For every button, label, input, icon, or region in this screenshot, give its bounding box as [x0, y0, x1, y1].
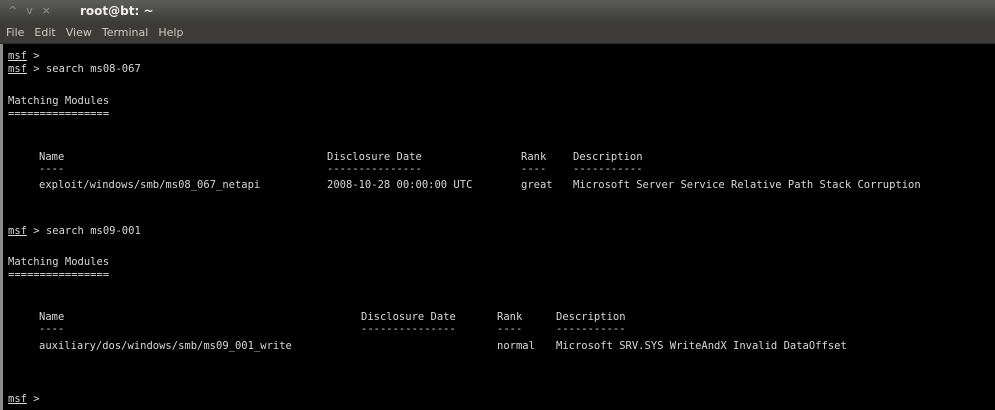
- column-rule: -----------: [556, 323, 626, 335]
- section-heading: Matching Modules: [8, 95, 110, 107]
- column-rule: ----: [521, 163, 547, 175]
- command-text: search ms09-001: [45, 225, 141, 237]
- column-rule: ----: [39, 163, 65, 175]
- menu-edit[interactable]: Edit: [29, 22, 60, 43]
- command-line: msf > search ms08-067: [8, 63, 141, 76]
- menu-help[interactable]: Help: [153, 22, 188, 43]
- column-rule: -----------: [573, 163, 643, 175]
- menu-file[interactable]: File: [0, 22, 29, 43]
- prompt-label: msf: [8, 393, 27, 405]
- close-icon[interactable]: ×: [42, 3, 51, 19]
- prompt-suffix: >: [26, 225, 40, 237]
- terminal-window: ^ v × root@bt: ~ File Edit View Terminal…: [0, 0, 995, 410]
- prompt-label: msf: [8, 225, 27, 237]
- prompt-suffix: >: [26, 63, 40, 75]
- section-heading: Matching Modules: [8, 256, 110, 268]
- heading-rule: ================: [8, 269, 110, 281]
- maximize-icon[interactable]: v: [26, 3, 33, 19]
- prompt-line: msf >: [8, 50, 40, 63]
- module-description: Microsoft SRV.SYS WriteAndX Invalid Data…: [556, 340, 847, 352]
- column-rule: ---------------: [361, 323, 456, 335]
- command-text: search ms08-067: [45, 63, 141, 75]
- prompt-line[interactable]: msf >: [8, 393, 40, 406]
- column-rule: ---------------: [327, 163, 422, 175]
- module-rank: great: [521, 179, 553, 191]
- menu-view[interactable]: View: [61, 22, 97, 43]
- prompt-suffix: >: [26, 50, 40, 62]
- heading-rule: ================: [8, 108, 110, 120]
- module-rank: normal: [497, 340, 535, 352]
- command-line: msf > search ms09-001: [8, 225, 141, 238]
- module-description: Microsoft Server Service Relative Path S…: [573, 179, 921, 191]
- prompt-suffix: >: [26, 393, 40, 405]
- window-title: root@bt: ~: [80, 4, 154, 18]
- window-controls: ^ v ×: [8, 3, 51, 19]
- minimize-icon[interactable]: ^: [8, 3, 17, 19]
- column-rule: ----: [497, 323, 523, 335]
- column-rule: ----: [39, 323, 65, 335]
- prompt-label: msf: [8, 63, 27, 75]
- menu-terminal[interactable]: Terminal: [97, 22, 154, 43]
- module-name: exploit/windows/smb/ms08_067_netapi: [39, 179, 261, 191]
- title-bar[interactable]: ^ v × root@bt: ~: [0, 0, 995, 22]
- terminal-output[interactable]: msf > msf > search ms08-067 Matching Mod…: [0, 44, 995, 410]
- prompt-label: msf: [8, 50, 27, 62]
- module-date: 2008-10-28 00:00:00 UTC: [327, 179, 473, 191]
- module-name: auxiliary/dos/windows/smb/ms09_001_write: [39, 340, 292, 352]
- menu-bar: File Edit View Terminal Help: [0, 22, 995, 44]
